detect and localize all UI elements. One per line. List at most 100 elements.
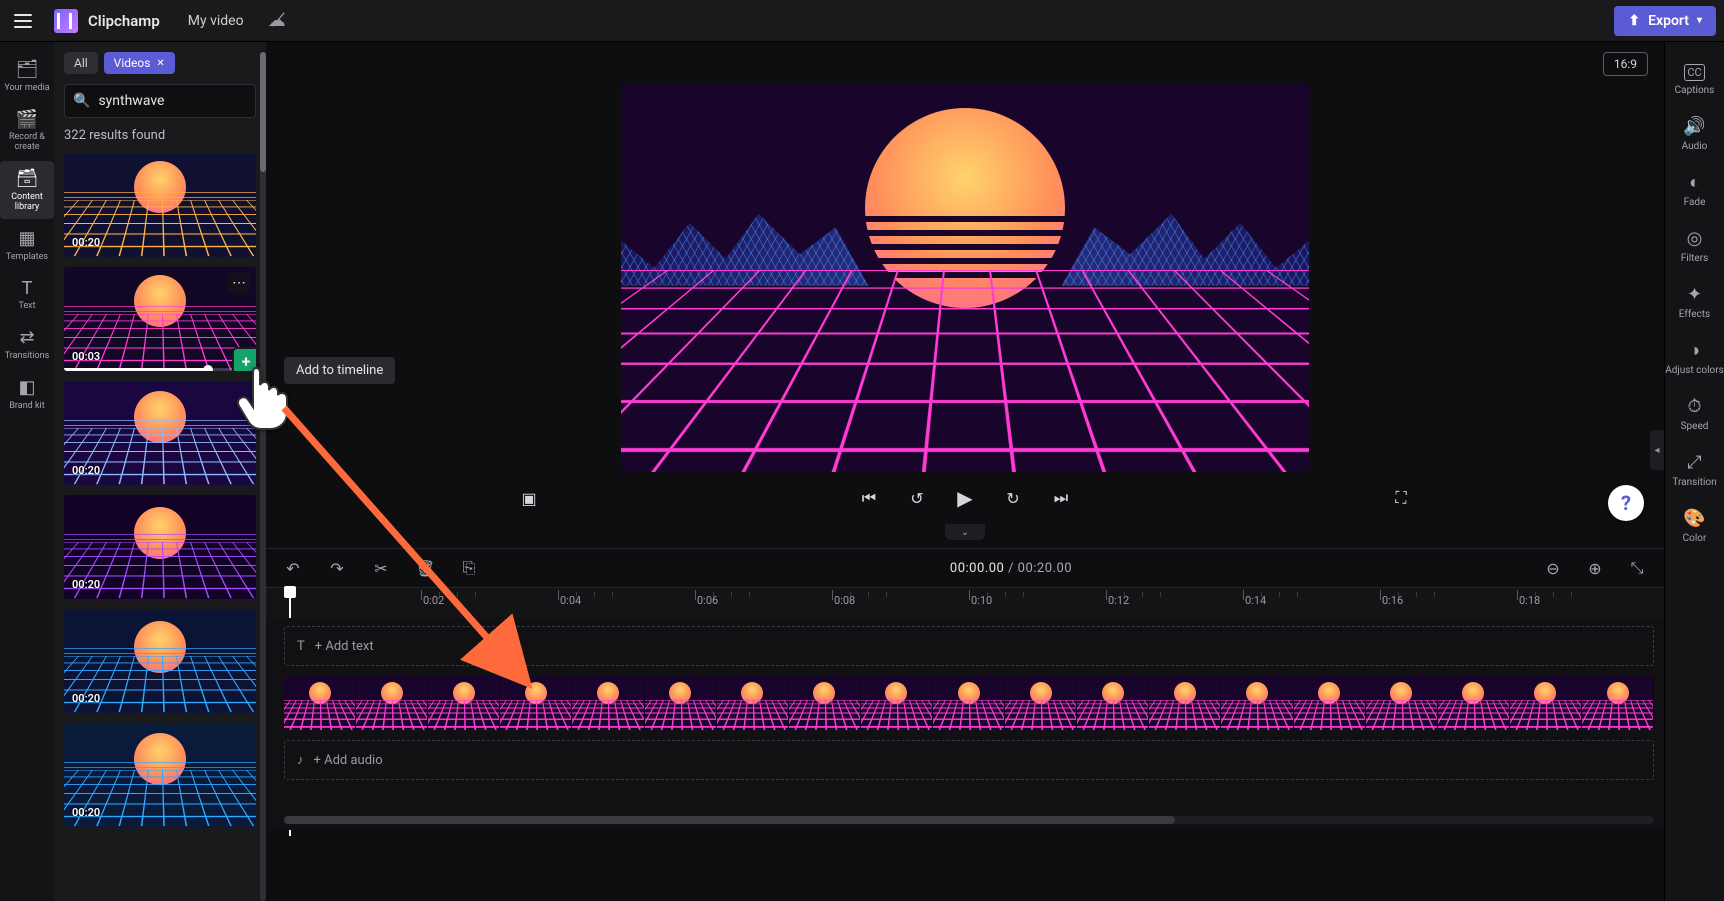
tool-label: Audio <box>1682 141 1708 152</box>
rail-text[interactable]: TText <box>0 271 54 319</box>
clip-frame <box>861 676 933 730</box>
right-rail-filters[interactable]: ◎Filters <box>1665 218 1724 270</box>
right-rail-captions[interactable]: CCCaptions <box>1665 54 1724 102</box>
rail-your-media[interactable]: 🗂Your media <box>0 52 54 100</box>
ruler-tick: 0:08 <box>832 588 855 618</box>
clip-frame <box>1294 676 1366 730</box>
rail-content-library[interactable]: 🗃Content library <box>0 161 54 219</box>
zoom-in-button[interactable]: ⊕ <box>1582 555 1608 581</box>
library-thumb[interactable]: 00:20 <box>64 723 256 827</box>
tool-label: Adjust colors <box>1665 365 1724 376</box>
timeline-scrollbar[interactable] <box>284 816 1654 824</box>
crop-button[interactable]: ▣ <box>516 485 542 511</box>
delete-button[interactable]: 🗑 <box>412 555 438 581</box>
tool-icon: ⏱ <box>1687 396 1701 417</box>
tool-label: Effects <box>1679 309 1710 320</box>
rail-templates[interactable]: ▦Templates <box>0 221 54 269</box>
timeline-tracks: T + Add text ♪ + Add audio <box>266 618 1664 830</box>
zoom-fit-button[interactable]: ⤡ <box>1624 555 1650 581</box>
undo-button[interactable]: ↶ <box>280 555 306 581</box>
timeline-expand-toggle[interactable]: ⌄ <box>945 524 985 540</box>
tab-videos[interactable]: Videos ✕ <box>104 52 175 74</box>
clip-frame <box>428 676 500 730</box>
tool-label: Transition <box>1672 477 1716 488</box>
thumb-duration: 00:20 <box>72 464 100 477</box>
redo-button[interactable]: ↷ <box>324 555 350 581</box>
add-to-timeline-button[interactable]: + <box>234 349 256 371</box>
aspect-ratio-selector[interactable]: 16:9 <box>1603 52 1648 76</box>
tool-icon: ✦ <box>1687 284 1702 305</box>
zoom-out-button[interactable]: ⊖ <box>1540 555 1566 581</box>
tool-icon: ◐ <box>1689 172 1700 193</box>
rail-label: Transitions <box>5 352 50 362</box>
library-thumb[interactable]: 00:03 ⋯ + <box>64 267 256 371</box>
skip-start-button[interactable]: ⏮ <box>856 485 882 511</box>
split-button[interactable]: ✂ <box>368 555 394 581</box>
video-track[interactable] <box>284 676 1654 730</box>
text-track[interactable]: T + Add text <box>284 626 1654 666</box>
right-rail-adjust-colors[interactable]: ◑Adjust colors <box>1665 330 1724 382</box>
close-icon[interactable]: ✕ <box>156 58 164 69</box>
timecode: 00:00.00 / 00:20.00 <box>500 561 1522 576</box>
thumb-progress-handle[interactable] <box>203 365 213 371</box>
right-rail-transition[interactable]: ⤢Transition <box>1665 442 1724 494</box>
tool-icon: 🎨 <box>1683 508 1705 529</box>
preview-canvas[interactable] <box>621 84 1309 472</box>
ruler-tick: 0:18 <box>1517 588 1540 618</box>
folder-icon: 🗂 <box>16 60 39 80</box>
tool-label: Captions <box>1675 85 1715 96</box>
record-icon: 🎬 <box>16 110 38 130</box>
library-thumb[interactable]: 00:20 <box>64 495 256 599</box>
rail-record-create[interactable]: 🎬 Record & create <box>0 102 54 160</box>
thumb-duration: 00:20 <box>72 806 100 819</box>
tool-label: Filters <box>1681 253 1709 264</box>
library-filter-tabs: All Videos ✕ <box>64 52 256 74</box>
right-rail-speed[interactable]: ⏱Speed <box>1665 386 1724 438</box>
audio-track[interactable]: ♪ + Add audio <box>284 740 1654 780</box>
right-rail-collapse[interactable]: ◂ <box>1650 430 1664 470</box>
right-rail: CCCaptions🔊Audio◐Fade◎Filters ✦ Effects ◑Ad… <box>1664 42 1724 901</box>
clip-frame <box>500 676 572 730</box>
clip-frame <box>284 676 356 730</box>
menu-button[interactable] <box>8 6 38 36</box>
project-name[interactable]: My video <box>188 13 244 29</box>
right-rail-effects[interactable]: ✦ Effects <box>1665 274 1724 326</box>
right-rail-fade[interactable]: ◐Fade <box>1665 162 1724 214</box>
skip-end-button[interactable]: ⏭ <box>1048 485 1074 511</box>
rail-brand-kit[interactable]: ◧Brand kit <box>0 370 54 418</box>
clip-frame <box>645 676 717 730</box>
tool-label: Color <box>1683 533 1707 544</box>
rail-label: Content library <box>0 193 54 213</box>
thumb-progress[interactable] <box>64 368 256 371</box>
tab-all[interactable]: All <box>64 52 98 74</box>
search-input[interactable] <box>98 93 276 109</box>
clip-frame <box>1582 676 1654 730</box>
clip-frame <box>1366 676 1438 730</box>
rail-label: Record & create <box>0 133 54 153</box>
text-track-label: + Add text <box>315 639 374 654</box>
library-thumb[interactable]: 00:20 <box>64 381 256 485</box>
duplicate-button[interactable]: ⎘ <box>456 555 482 581</box>
stage-column: 16:9 ▣ ⏮ ↺ ▶ ↻ ⏭ ⛶ ⌄ ↶ ↷ ✂ 🗑 ⎘ <box>266 42 1664 901</box>
topbar: Clipchamp My video ☁̸ ⬆ Export ▾ <box>0 0 1724 42</box>
help-button[interactable]: ? <box>1608 485 1644 521</box>
right-rail-audio[interactable]: 🔊Audio <box>1665 106 1724 158</box>
thumb-duration: 00:20 <box>72 578 100 591</box>
clip-frame <box>789 676 861 730</box>
thumb-more-button[interactable]: ⋯ <box>228 273 250 293</box>
video-clip[interactable] <box>284 676 1654 730</box>
ruler-tick: 0:06 <box>695 588 718 618</box>
fullscreen-button[interactable]: ⛶ <box>1388 485 1414 511</box>
timecode-total: 00:20.00 <box>1018 561 1072 576</box>
export-label: Export <box>1648 13 1689 29</box>
rewind-5-button[interactable]: ↺ <box>904 485 930 511</box>
rail-transitions[interactable]: ⇄Transitions <box>0 320 54 368</box>
cloud-off-icon[interactable]: ☁̸ <box>268 10 286 31</box>
timeline-ruler[interactable]: 0:020:040:060:080:100:120:140:160:18 <box>266 588 1664 618</box>
forward-5-button[interactable]: ↻ <box>1000 485 1026 511</box>
export-button[interactable]: ⬆ Export ▾ <box>1614 6 1716 36</box>
library-thumb[interactable]: 00:20 <box>64 609 256 713</box>
library-thumb[interactable]: 00:20 <box>64 153 256 257</box>
play-button[interactable]: ▶ <box>952 485 978 511</box>
right-rail-color[interactable]: 🎨 Color <box>1665 498 1724 550</box>
